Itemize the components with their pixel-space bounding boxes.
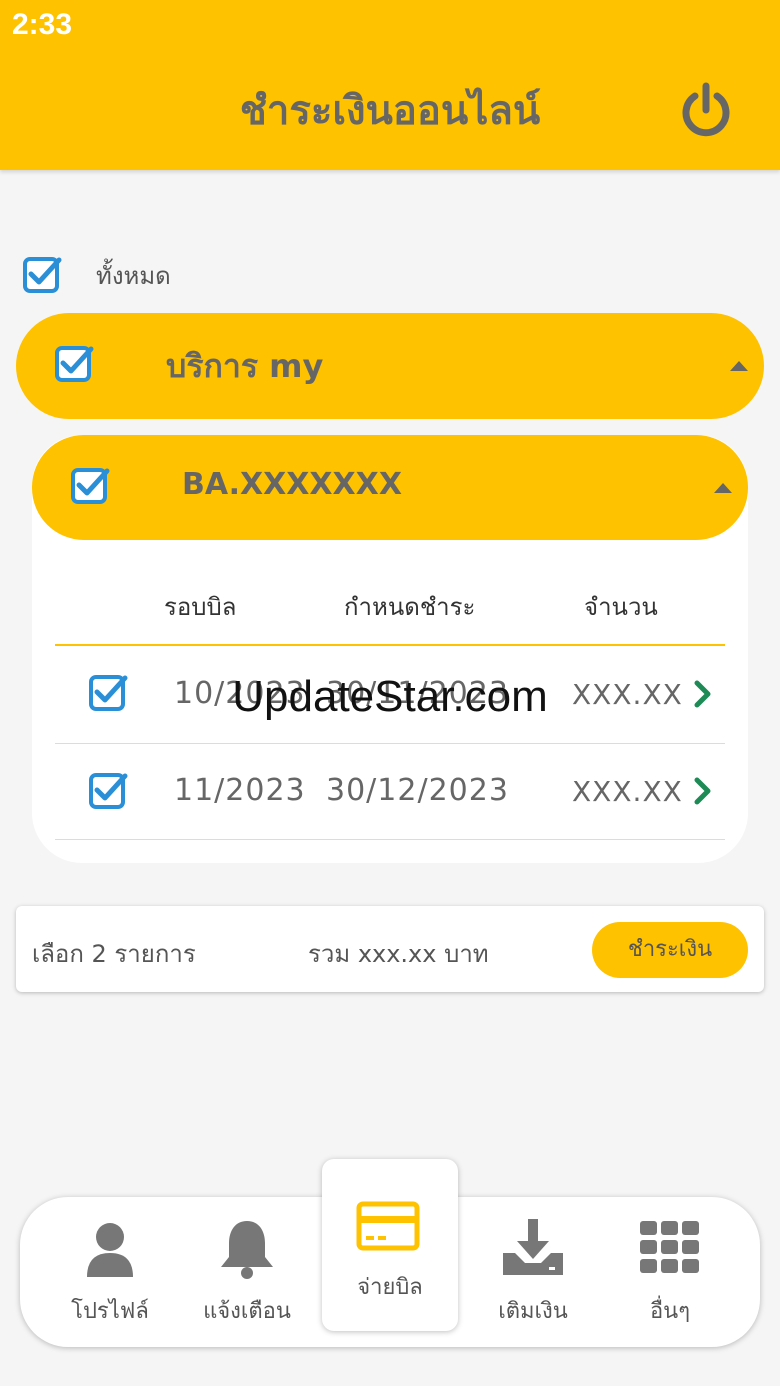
nav-label: โปรไฟล์	[71, 1299, 149, 1324]
nav-label: เติมเงิน	[498, 1299, 568, 1324]
power-icon[interactable]	[678, 82, 734, 138]
column-header-amount: จำนวน	[584, 593, 658, 621]
nav-item-more[interactable]: อื่นๆ	[605, 1197, 735, 1347]
card-icon	[356, 1195, 420, 1259]
caret-up-icon[interactable]	[714, 483, 732, 493]
group-checkbox[interactable]	[54, 343, 94, 383]
grid-icon	[638, 1217, 702, 1281]
status-time: 2:33	[12, 8, 73, 41]
select-all-checkbox[interactable]	[22, 254, 62, 294]
app-header: 2:33 ชำระเงินออนไลน์	[0, 0, 780, 170]
account-checkbox[interactable]	[70, 465, 110, 505]
page-title: ชำระเงินออนไลน์	[239, 88, 541, 134]
nav-item-notifications[interactable]: แจ้งเตือน	[182, 1197, 312, 1347]
amount: XXX.XX	[572, 775, 683, 808]
service-group-header[interactable]: บริการ my	[16, 313, 764, 419]
chevron-right-icon[interactable]	[692, 777, 714, 805]
selected-count: เลือก 2 รายการ	[32, 940, 196, 968]
nav-label: จ่ายบิล	[357, 1275, 423, 1300]
profile-icon	[78, 1217, 142, 1281]
nav-item-profile[interactable]: โปรไฟล์	[45, 1197, 175, 1347]
nav-label: แจ้งเตือน	[203, 1299, 291, 1324]
pay-button[interactable]: ชำระเงิน	[592, 922, 748, 978]
bell-icon	[215, 1217, 279, 1281]
download-icon	[501, 1217, 565, 1281]
bottom-nav: โปรไฟล์ แจ้งเตือน จ่ายบิล เติมเงิน อื่นๆ	[20, 1159, 760, 1347]
account-header[interactable]: BA.XXXXXXX	[32, 435, 748, 540]
total-amount: รวม xxx.xx บาท	[308, 940, 489, 968]
column-header-due: กำหนดชำระ	[344, 593, 476, 621]
due-date: 30/12/2023	[326, 773, 509, 808]
select-all-label: ทั้งหมด	[96, 262, 171, 290]
column-header-cycle: รอบบิล	[164, 593, 237, 621]
row-checkbox[interactable]	[88, 770, 128, 810]
group-title: บริการ my	[166, 347, 324, 385]
nav-label: อื่นๆ	[649, 1299, 691, 1324]
row-divider	[55, 743, 725, 744]
summary-bar: เลือก 2 รายการ รวม xxx.xx บาท ชำระเงิน	[16, 906, 764, 992]
caret-up-icon[interactable]	[730, 361, 748, 371]
row-divider	[55, 839, 725, 840]
watermark: UpdateStar.com	[232, 672, 548, 721]
bill-cycle: 11/2023	[174, 773, 306, 808]
table-header-divider	[55, 644, 725, 646]
nav-item-pay-bill[interactable]: จ่ายบิล	[322, 1159, 458, 1331]
account-title: BA.XXXXXXX	[182, 467, 402, 502]
nav-item-top-up[interactable]: เติมเงิน	[468, 1197, 598, 1347]
